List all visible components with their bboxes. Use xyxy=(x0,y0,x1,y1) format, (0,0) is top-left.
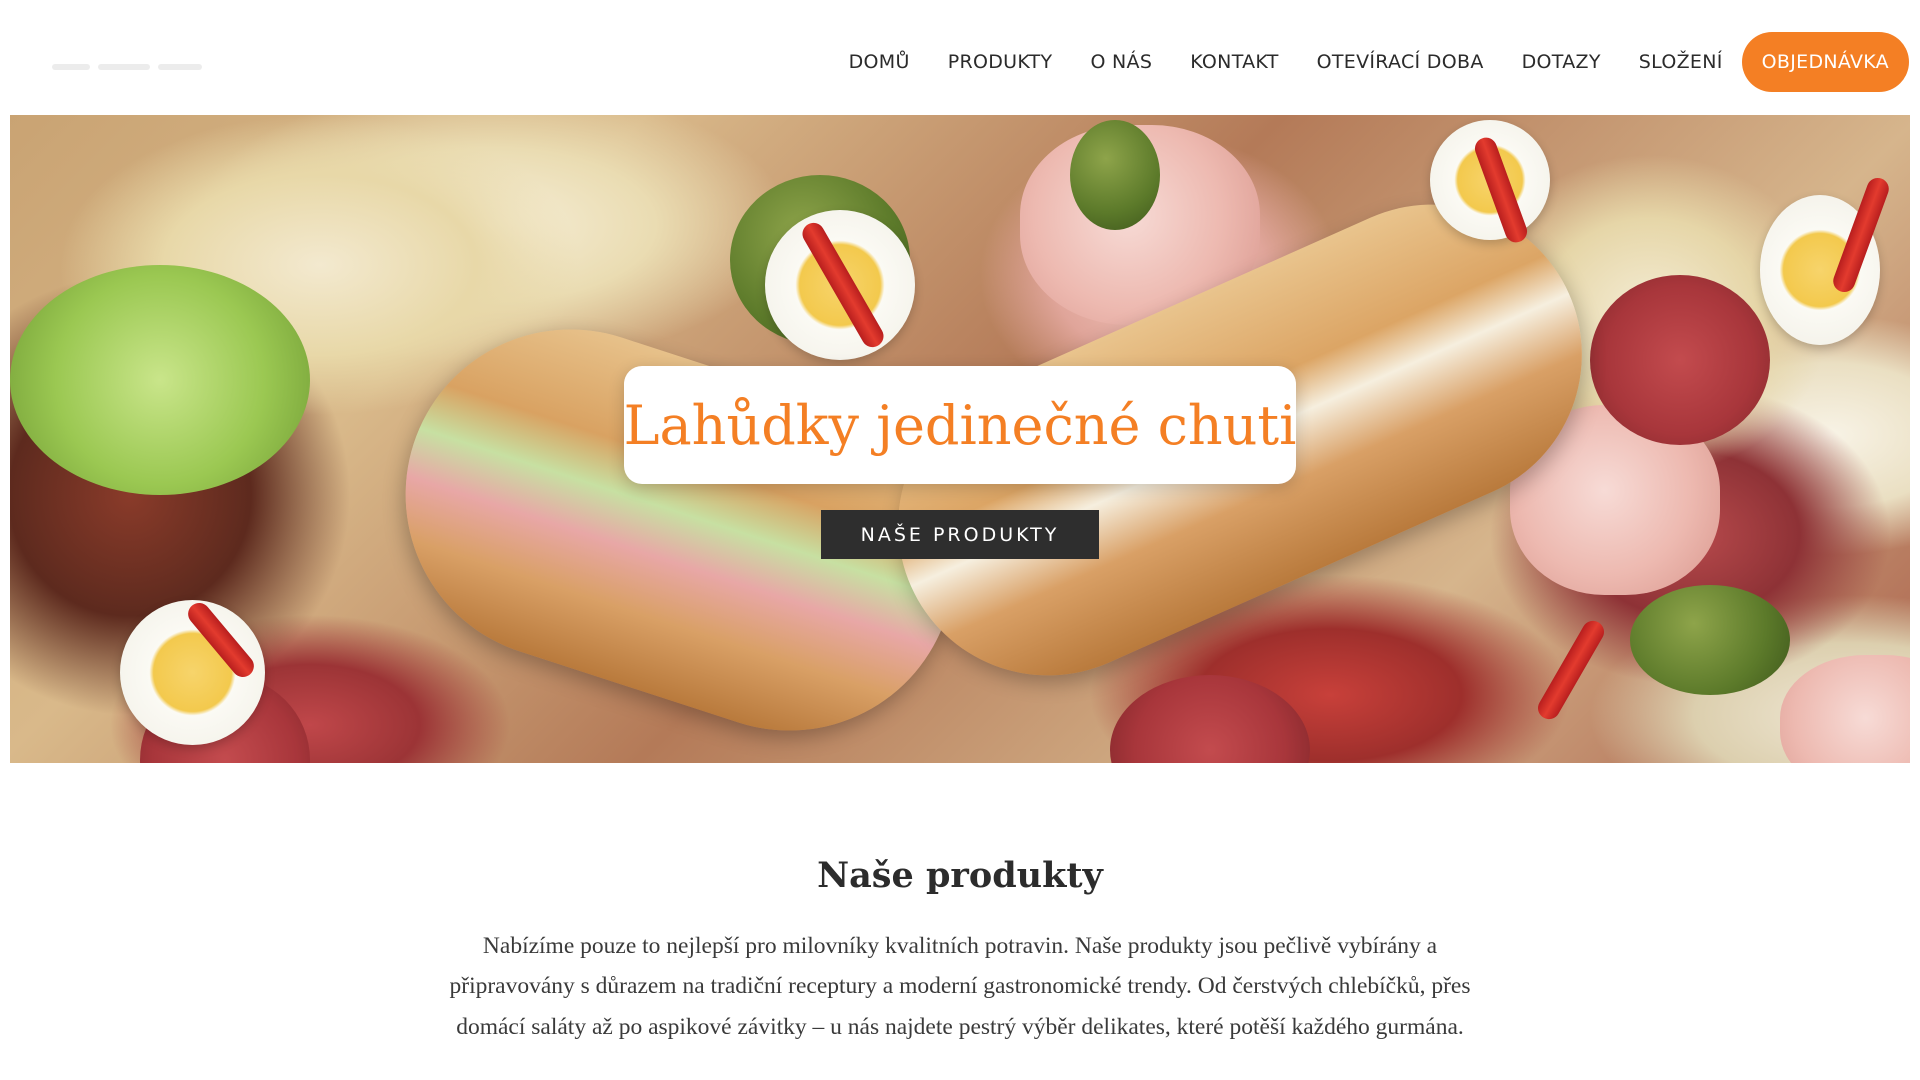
nav-item-domu[interactable]: DOMŮ xyxy=(849,51,910,73)
hero-food-pickle xyxy=(1070,120,1160,230)
products-section-description: Nabízíme pouze to nejlepší pro milovníky… xyxy=(449,932,1471,1040)
nav-item-produkty[interactable]: PRODUKTY xyxy=(948,51,1053,73)
hero-food-salami xyxy=(1590,275,1770,445)
products-section-title: Naše produkty xyxy=(817,855,1103,897)
hero-food-pickle xyxy=(1630,585,1790,695)
nav-item-kontakt[interactable]: KONTAKT xyxy=(1190,51,1278,73)
order-button[interactable]: OBJEDNÁVKA xyxy=(1741,32,1909,92)
logo[interactable] xyxy=(52,64,222,76)
hero-food-salami xyxy=(1110,675,1310,763)
main-nav: DOMŮ PRODUKTY O NÁS KONTAKT OTEVÍRACÍ DO… xyxy=(830,32,1909,92)
hero-title-box: Lahůdky jedinečné chuti xyxy=(624,366,1296,484)
nav-item-o-nas[interactable]: O NÁS xyxy=(1090,51,1152,73)
hero-food-pepper xyxy=(1533,616,1609,724)
hero-food-greens xyxy=(10,265,310,495)
nav-item-dotazy[interactable]: DOTAZY xyxy=(1522,51,1601,73)
hero-title: Lahůdky jedinečné chuti xyxy=(623,393,1297,457)
our-products-button[interactable]: NAŠE PRODUKTY xyxy=(821,510,1099,559)
nav-item-slozeni[interactable]: SLOŽENÍ xyxy=(1639,51,1723,73)
hero-food-ham xyxy=(1780,655,1910,763)
hero-banner: Lahůdky jedinečné chuti NAŠE PRODUKTY xyxy=(10,115,1910,763)
nav-item-oteviraci-doba[interactable]: OTEVÍRACÍ DOBA xyxy=(1317,51,1484,73)
site-header: DOMŮ PRODUKTY O NÁS KONTAKT OTEVÍRACÍ DO… xyxy=(0,0,1920,115)
